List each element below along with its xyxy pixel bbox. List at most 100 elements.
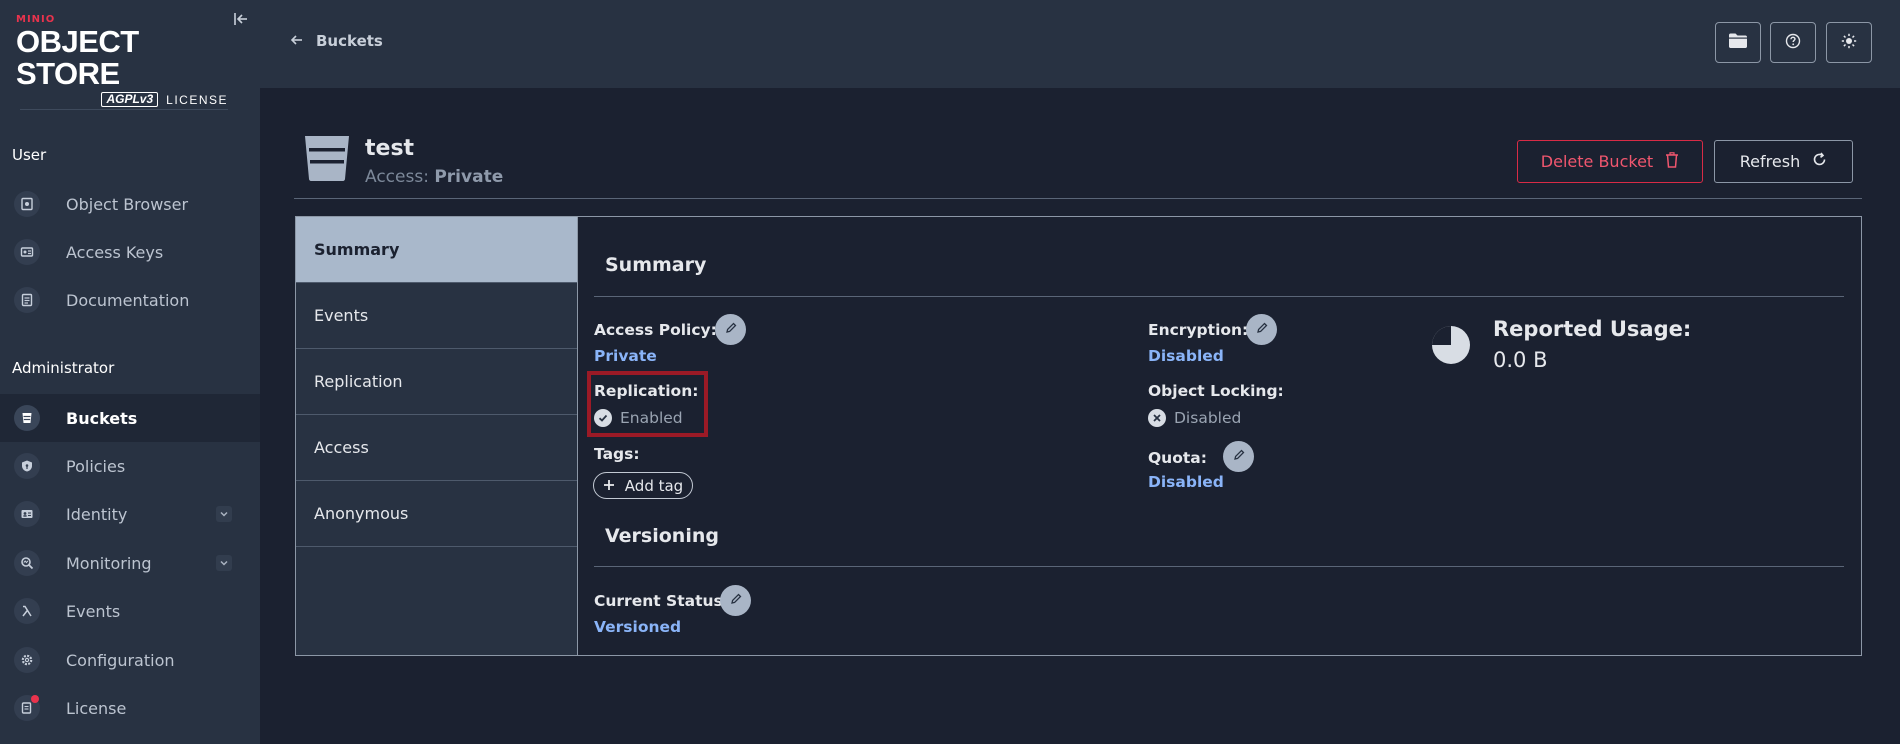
summary-title: Summary [605,254,707,276]
object-locking-value: Disabled [1174,409,1242,427]
policy-shield-icon [14,453,40,479]
monitoring-magnifier-icon [14,550,40,576]
sidebar-item-label: License [66,698,127,718]
delete-bucket-button[interactable]: Delete Bucket [1517,140,1703,183]
back-link-label: Buckets [316,32,383,50]
header-divider [294,198,1862,199]
edit-encryption-button[interactable] [1246,314,1277,345]
sidebar-item-buckets[interactable]: Buckets [0,394,260,442]
lambda-icon [14,598,40,624]
edit-versioning-button[interactable] [720,585,751,616]
edit-quota-button[interactable] [1223,441,1254,472]
collapse-sidebar-icon[interactable] [232,10,250,28]
access-keys-icon [14,239,40,265]
bucket-tabs: Summary Events Replication Access Anonym… [296,217,578,655]
sidebar: MINIO OBJECT STORE AGPLv3 LICENSE User O… [0,0,260,744]
versioning-title: Versioning [605,525,719,547]
access-policy-label: Access Policy: [594,321,717,339]
sidebar-item-access-keys[interactable]: Access Keys [0,228,260,276]
product-name: OBJECT STORE [16,24,139,91]
back-to-buckets-link[interactable]: Buckets [290,32,383,50]
object-locking-status: Disabled [1148,409,1241,427]
add-tag-button[interactable]: Add tag [593,472,693,499]
plus-icon [603,477,615,495]
agpl-badge: AGPLv3 [101,92,159,107]
help-icon [1785,33,1801,53]
tab-summary[interactable]: Summary [296,217,577,283]
license-alert-badge [31,695,39,703]
object-locking-label: Object Locking: [1148,382,1284,400]
bucket-name: test [365,136,415,161]
encryption-value[interactable]: Disabled [1148,347,1224,365]
quota-label: Quota: [1148,449,1207,467]
x-circle-icon [1148,409,1166,427]
chevron-down-icon[interactable] [216,555,232,571]
replication-highlight-box [587,371,708,437]
license-document-icon [14,695,40,721]
help-button[interactable] [1770,22,1816,63]
sidebar-item-label: Monitoring [66,553,152,573]
top-bar: Buckets [260,0,1900,88]
access-policy-value[interactable]: Private [594,347,657,365]
sidebar-item-monitoring[interactable]: Monitoring [0,539,260,587]
pencil-icon [1255,320,1269,339]
minio-logo[interactable]: MINIO OBJECT STORE AGPLv3 LICENSE [16,14,236,107]
license-word: LICENSE [166,92,228,107]
bucket-access-value: Private [434,167,504,187]
sidebar-item-label: Policies [66,456,126,476]
refresh-button[interactable]: Refresh [1714,140,1853,183]
bucket-access: Access: Private [365,167,503,187]
sidebar-item-license[interactable]: License [0,684,260,732]
refresh-label: Refresh [1739,152,1801,171]
tab-replication[interactable]: Replication [296,349,577,415]
current-status-value[interactable]: Versioned [594,618,681,636]
delete-bucket-label: Delete Bucket [1540,152,1654,171]
sidebar-divider [20,109,228,110]
sidebar-item-policies[interactable]: Policies [0,442,260,490]
sidebar-item-label: Buckets [66,408,138,428]
object-browser-icon [14,191,40,217]
arrow-left-icon [290,32,304,50]
current-status-label: Current Status: [594,592,729,610]
sidebar-item-label: Events [66,601,121,621]
pencil-icon [724,320,738,339]
sidebar-item-label: Access Keys [66,242,164,262]
versioning-divider [594,566,1844,567]
chevron-down-icon[interactable] [216,506,232,522]
bucket-access-label: Access: [365,167,429,187]
pencil-icon [729,591,743,610]
theme-toggle-button[interactable] [1826,22,1872,63]
administrator-section-title: Administrator [12,359,115,377]
sidebar-item-object-browser[interactable]: Object Browser [0,180,260,228]
bucket-icon [14,405,40,431]
summary-divider [594,296,1844,297]
sidebar-item-events[interactable]: Events [0,587,260,635]
sidebar-item-documentation[interactable]: Documentation [0,276,260,324]
tags-label: Tags: [594,445,640,463]
edit-access-policy-button[interactable] [715,314,746,345]
license-row: AGPLv3 LICENSE [16,92,228,107]
tab-access[interactable]: Access [296,415,577,481]
encryption-label: Encryption: [1148,321,1249,339]
reported-usage-value: 0.0 B [1493,348,1548,372]
sidebar-item-label: Configuration [66,650,175,670]
add-tag-label: Add tag [624,476,684,495]
usage-pie-icon [1430,324,1472,366]
reported-usage-label: Reported Usage: [1493,317,1692,341]
quota-value[interactable]: Disabled [1148,473,1224,491]
tab-events[interactable]: Events [296,283,577,349]
theme-sun-icon [1841,33,1857,53]
folder-icon [1728,32,1748,53]
sidebar-item-identity[interactable]: Identity [0,490,260,538]
object-browser-button[interactable] [1715,22,1761,63]
bucket-large-icon [302,132,352,182]
sidebar-item-label: Documentation [66,290,190,310]
identity-card-icon [14,501,40,527]
pencil-icon [1232,447,1246,466]
refresh-icon [1812,152,1827,171]
bucket-details-panel: Summary Events Replication Access Anonym… [295,216,1862,656]
sidebar-item-label: Object Browser [66,194,189,214]
sidebar-item-label: Identity [66,504,128,524]
tab-anonymous[interactable]: Anonymous [296,481,577,547]
sidebar-item-configuration[interactable]: Configuration [0,636,260,684]
